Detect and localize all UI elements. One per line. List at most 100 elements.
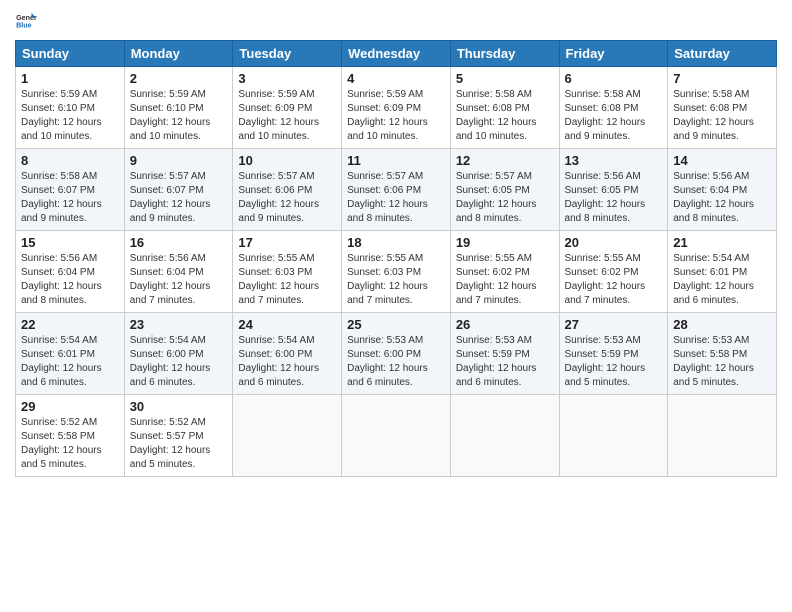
calendar-cell — [559, 395, 668, 477]
calendar-cell: 9 Sunrise: 5:57 AMSunset: 6:07 PMDaylight… — [124, 149, 233, 231]
day-info: Sunrise: 5:57 AMSunset: 6:06 PMDaylight:… — [347, 170, 445, 226]
day-info: Sunrise: 5:54 AMSunset: 6:01 PMDaylight:… — [673, 252, 771, 308]
day-number: 15 — [21, 235, 119, 250]
day-info: Sunrise: 5:58 AMSunset: 6:08 PMDaylight:… — [456, 88, 554, 144]
day-info: Sunrise: 5:53 AMSunset: 6:00 PMDaylight:… — [347, 334, 445, 390]
day-number: 2 — [130, 71, 228, 86]
calendar-cell: 29 Sunrise: 5:52 AMSunset: 5:58 PMDayligh… — [16, 395, 125, 477]
day-number: 26 — [456, 317, 554, 332]
logo: General Blue — [15, 10, 37, 32]
day-number: 18 — [347, 235, 445, 250]
calendar-cell: 20 Sunrise: 5:55 AMSunset: 6:02 PMDayligh… — [559, 231, 668, 313]
calendar-table: SundayMondayTuesdayWednesdayThursdayFrid… — [15, 40, 777, 477]
calendar-week-row: 22 Sunrise: 5:54 AMSunset: 6:01 PMDayligh… — [16, 313, 777, 395]
page-header: General Blue — [15, 10, 777, 32]
svg-text:Blue: Blue — [16, 22, 32, 30]
day-info: Sunrise: 5:56 AMSunset: 6:04 PMDaylight:… — [21, 252, 119, 308]
calendar-cell: 25Sunrise: 5:53 AMSunset: 6:00 PMDayligh… — [342, 313, 451, 395]
calendar-header-row: SundayMondayTuesdayWednesdayThursdayFrid… — [16, 41, 777, 67]
day-number: 11 — [347, 153, 445, 168]
calendar-cell: 26 Sunrise: 5:53 AMSunset: 5:59 PMDayligh… — [450, 313, 559, 395]
day-number: 9 — [130, 153, 228, 168]
day-info: Sunrise: 5:54 AMSunset: 6:00 PMDaylight:… — [238, 334, 336, 390]
calendar-week-row: 15 Sunrise: 5:56 AMSunset: 6:04 PMDayligh… — [16, 231, 777, 313]
day-number: 7 — [673, 71, 771, 86]
calendar-cell: 17Sunrise: 5:55 AMSunset: 6:03 PMDayligh… — [233, 231, 342, 313]
calendar-cell: 3 Sunrise: 5:59 AMSunset: 6:09 PMDaylight… — [233, 67, 342, 149]
day-info: Sunrise: 5:52 AMSunset: 5:57 PMDaylight:… — [130, 416, 228, 472]
day-number: 22 — [21, 317, 119, 332]
calendar-cell: 14 Sunrise: 5:56 AMSunset: 6:04 PMDayligh… — [668, 149, 777, 231]
calendar-cell: 12 Sunrise: 5:57 AMSunset: 6:05 PMDayligh… — [450, 149, 559, 231]
calendar-cell: 4Sunrise: 5:59 AMSunset: 6:09 PMDaylight… — [342, 67, 451, 149]
calendar-week-row: 29 Sunrise: 5:52 AMSunset: 5:58 PMDayligh… — [16, 395, 777, 477]
day-info: Sunrise: 5:55 AMSunset: 6:02 PMDaylight:… — [456, 252, 554, 308]
day-info: Sunrise: 5:57 AMSunset: 6:07 PMDaylight:… — [130, 170, 228, 226]
day-number: 29 — [21, 399, 119, 414]
day-number: 21 — [673, 235, 771, 250]
calendar-week-row: 8 Sunrise: 5:58 AMSunset: 6:07 PMDaylight… — [16, 149, 777, 231]
day-info: Sunrise: 5:56 AMSunset: 6:04 PMDaylight:… — [673, 170, 771, 226]
day-info: Sunrise: 5:55 AMSunset: 6:03 PMDaylight:… — [347, 252, 445, 308]
calendar-cell: 18 Sunrise: 5:55 AMSunset: 6:03 PMDayligh… — [342, 231, 451, 313]
day-info: Sunrise: 5:52 AMSunset: 5:58 PMDaylight:… — [21, 416, 119, 472]
calendar-cell: 2 Sunrise: 5:59 AMSunset: 6:10 PMDaylight… — [124, 67, 233, 149]
day-of-week-header: Monday — [124, 41, 233, 67]
day-info: Sunrise: 5:53 AMSunset: 5:59 PMDaylight:… — [565, 334, 663, 390]
day-number: 14 — [673, 153, 771, 168]
calendar-cell — [342, 395, 451, 477]
calendar-cell: 23 Sunrise: 5:54 AMSunset: 6:00 PMDayligh… — [124, 313, 233, 395]
calendar-cell: 10Sunrise: 5:57 AMSunset: 6:06 PMDayligh… — [233, 149, 342, 231]
calendar-cell: 11 Sunrise: 5:57 AMSunset: 6:06 PMDayligh… — [342, 149, 451, 231]
day-info: Sunrise: 5:55 AMSunset: 6:03 PMDaylight:… — [238, 252, 336, 308]
day-number: 8 — [21, 153, 119, 168]
day-info: Sunrise: 5:58 AMSunset: 6:08 PMDaylight:… — [673, 88, 771, 144]
calendar-cell: 13 Sunrise: 5:56 AMSunset: 6:05 PMDayligh… — [559, 149, 668, 231]
day-info: Sunrise: 5:59 AMSunset: 6:10 PMDaylight:… — [21, 88, 119, 144]
calendar-cell: 30Sunrise: 5:52 AMSunset: 5:57 PMDayligh… — [124, 395, 233, 477]
day-info: Sunrise: 5:53 AMSunset: 5:58 PMDaylight:… — [673, 334, 771, 390]
day-number: 23 — [130, 317, 228, 332]
day-info: Sunrise: 5:54 AMSunset: 6:00 PMDaylight:… — [130, 334, 228, 390]
calendar-cell: 7 Sunrise: 5:58 AMSunset: 6:08 PMDaylight… — [668, 67, 777, 149]
day-number: 4 — [347, 71, 445, 86]
calendar-cell: 19 Sunrise: 5:55 AMSunset: 6:02 PMDayligh… — [450, 231, 559, 313]
day-number: 27 — [565, 317, 663, 332]
day-info: Sunrise: 5:59 AMSunset: 6:10 PMDaylight:… — [130, 88, 228, 144]
day-number: 24 — [238, 317, 336, 332]
day-number: 20 — [565, 235, 663, 250]
day-number: 12 — [456, 153, 554, 168]
logo-icon: General Blue — [15, 10, 37, 32]
day-info: Sunrise: 5:56 AMSunset: 6:04 PMDaylight:… — [130, 252, 228, 308]
calendar-cell — [668, 395, 777, 477]
day-of-week-header: Wednesday — [342, 41, 451, 67]
day-number: 19 — [456, 235, 554, 250]
day-info: Sunrise: 5:58 AMSunset: 6:07 PMDaylight:… — [21, 170, 119, 226]
day-info: Sunrise: 5:56 AMSunset: 6:05 PMDaylight:… — [565, 170, 663, 226]
day-info: Sunrise: 5:53 AMSunset: 5:59 PMDaylight:… — [456, 334, 554, 390]
day-number: 6 — [565, 71, 663, 86]
day-of-week-header: Thursday — [450, 41, 559, 67]
day-of-week-header: Tuesday — [233, 41, 342, 67]
calendar-cell: 15 Sunrise: 5:56 AMSunset: 6:04 PMDayligh… — [16, 231, 125, 313]
calendar-cell — [450, 395, 559, 477]
day-number: 3 — [238, 71, 336, 86]
calendar-cell — [233, 395, 342, 477]
day-info: Sunrise: 5:59 AMSunset: 6:09 PMDaylight:… — [238, 88, 336, 144]
day-number: 13 — [565, 153, 663, 168]
svg-text:General: General — [16, 14, 37, 22]
day-info: Sunrise: 5:54 AMSunset: 6:01 PMDaylight:… — [21, 334, 119, 390]
day-info: Sunrise: 5:55 AMSunset: 6:02 PMDaylight:… — [565, 252, 663, 308]
calendar-cell: 24 Sunrise: 5:54 AMSunset: 6:00 PMDayligh… — [233, 313, 342, 395]
day-info: Sunrise: 5:57 AMSunset: 6:05 PMDaylight:… — [456, 170, 554, 226]
calendar-cell: 6Sunrise: 5:58 AMSunset: 6:08 PMDaylight… — [559, 67, 668, 149]
day-number: 28 — [673, 317, 771, 332]
calendar-cell: 21 Sunrise: 5:54 AMSunset: 6:01 PMDayligh… — [668, 231, 777, 313]
calendar-cell: 27 Sunrise: 5:53 AMSunset: 5:59 PMDayligh… — [559, 313, 668, 395]
calendar-cell: 28 Sunrise: 5:53 AMSunset: 5:58 PMDayligh… — [668, 313, 777, 395]
day-of-week-header: Saturday — [668, 41, 777, 67]
day-number: 5 — [456, 71, 554, 86]
calendar-cell: 8 Sunrise: 5:58 AMSunset: 6:07 PMDaylight… — [16, 149, 125, 231]
calendar-cell: 22 Sunrise: 5:54 AMSunset: 6:01 PMDayligh… — [16, 313, 125, 395]
day-of-week-header: Sunday — [16, 41, 125, 67]
